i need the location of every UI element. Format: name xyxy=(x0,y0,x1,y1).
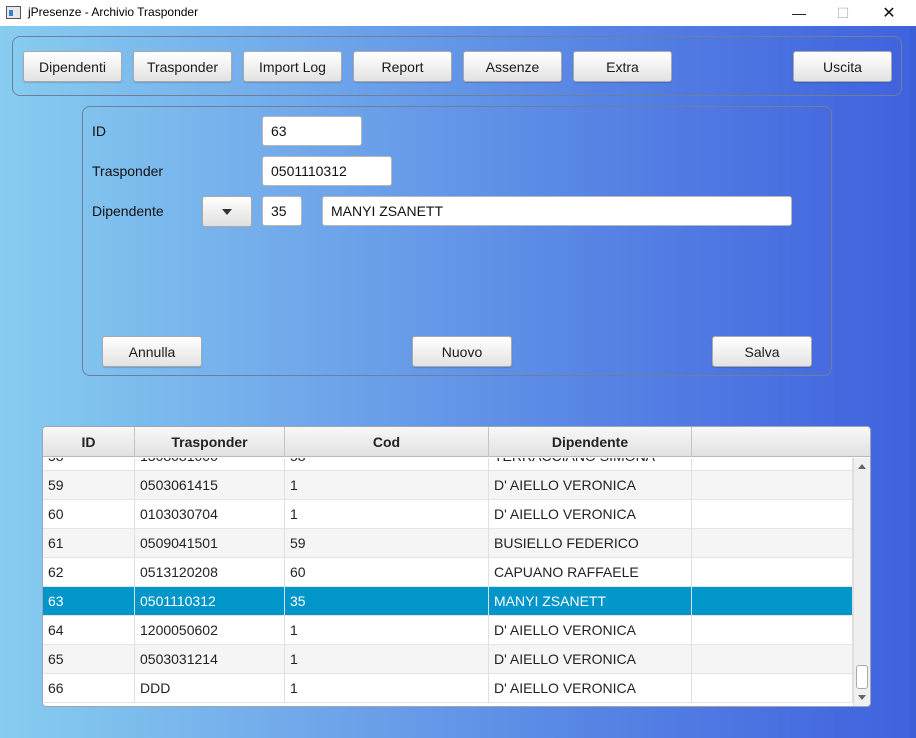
vertical-scrollbar[interactable] xyxy=(853,458,870,706)
cell-id: 61 xyxy=(43,529,135,558)
cell-filler xyxy=(692,500,853,529)
dipendente-label: Dipendente xyxy=(92,203,164,219)
cell-id: 62 xyxy=(43,558,135,587)
cell-cod: 1 xyxy=(285,500,489,529)
cell-cod: 59 xyxy=(285,529,489,558)
cell-cod: 1 xyxy=(285,616,489,645)
table-row[interactable]: 63 0501110312 35 MANYI ZSANETT xyxy=(43,587,853,616)
table-row[interactable]: 61 0509041501 59 BUSIELLO FEDERICO xyxy=(43,529,853,558)
scroll-down-icon[interactable] xyxy=(858,695,866,700)
cell-id: 65 xyxy=(43,645,135,674)
dipendente-code-field[interactable]: 35 xyxy=(262,196,302,226)
cell-trasponder: 0503061415 xyxy=(135,471,285,500)
table-rows: 58130808100058TERRACCIANO SIMONA59050306… xyxy=(43,458,853,703)
toolbar: Dipendenti Trasponder Import Log Report … xyxy=(12,36,902,96)
dipendente-dropdown[interactable] xyxy=(202,196,252,227)
cell-trasponder: 1200050602 xyxy=(135,616,285,645)
cell-dipendente: MANYI ZSANETT xyxy=(489,587,692,616)
trasponder-table: ID Trasponder Cod Dipendente 58130808100… xyxy=(42,426,871,707)
app-icon xyxy=(6,6,21,19)
cell-filler xyxy=(692,529,853,558)
cell-id: 58 xyxy=(43,458,135,471)
cell-filler xyxy=(692,458,853,471)
cell-id: 64 xyxy=(43,616,135,645)
cell-filler xyxy=(692,645,853,674)
window-title: jPresenze - Archivio Trasponder xyxy=(28,5,199,19)
trasponder-button[interactable]: Trasponder xyxy=(133,51,232,82)
cell-id: 66 xyxy=(43,674,135,703)
table-row[interactable]: 66 DDD 1 D' AIELLO VERONICA xyxy=(43,674,853,703)
scroll-up-icon[interactable] xyxy=(858,464,866,469)
client-area: Dipendenti Trasponder Import Log Report … xyxy=(0,26,916,738)
cell-cod: 1 xyxy=(285,471,489,500)
cell-filler xyxy=(692,471,853,500)
cell-filler xyxy=(692,558,853,587)
cell-trasponder: 0103030704 xyxy=(135,500,285,529)
cell-filler xyxy=(692,587,853,616)
minimize-button[interactable]: — xyxy=(776,0,822,26)
cell-id: 60 xyxy=(43,500,135,529)
cell-cod: 58 xyxy=(285,458,489,471)
cell-cod: 60 xyxy=(285,558,489,587)
extra-button[interactable]: Extra xyxy=(573,51,672,82)
cell-trasponder: 0503031214 xyxy=(135,645,285,674)
import-log-button[interactable]: Import Log xyxy=(243,51,342,82)
id-field[interactable]: 63 xyxy=(262,116,362,146)
cancel-button[interactable]: Annulla xyxy=(102,336,202,367)
cell-dipendente: CAPUANO RAFFAELE xyxy=(489,558,692,587)
trasponder-label: Trasponder xyxy=(92,163,164,179)
table-body: 58130808100058TERRACCIANO SIMONA59050306… xyxy=(43,458,853,706)
cell-trasponder: 1308081000 xyxy=(135,458,285,471)
exit-button[interactable]: Uscita xyxy=(793,51,892,82)
cell-dipendente: D' AIELLO VERONICA xyxy=(489,500,692,529)
dipendenti-button[interactable]: Dipendenti xyxy=(23,51,122,82)
cell-trasponder: 0513120208 xyxy=(135,558,285,587)
report-button[interactable]: Report xyxy=(353,51,452,82)
title-bar: jPresenze - Archivio Trasponder — ☐ ✕ xyxy=(0,0,916,26)
cell-dipendente: D' AIELLO VERONICA xyxy=(489,645,692,674)
cell-dipendente: D' AIELLO VERONICA xyxy=(489,616,692,645)
cell-trasponder: DDD xyxy=(135,674,285,703)
new-button[interactable]: Nuovo xyxy=(412,336,512,367)
assenze-button[interactable]: Assenze xyxy=(463,51,562,82)
cell-trasponder: 0501110312 xyxy=(135,587,285,616)
chevron-down-icon xyxy=(222,208,232,215)
column-header-dipendente[interactable]: Dipendente xyxy=(489,427,692,457)
id-label: ID xyxy=(92,123,106,139)
cell-dipendente: TERRACCIANO SIMONA xyxy=(489,458,692,471)
close-button[interactable]: ✕ xyxy=(866,0,912,26)
cell-id: 63 xyxy=(43,587,135,616)
table-row[interactable]: 64 1200050602 1 D' AIELLO VERONICA xyxy=(43,616,853,645)
column-header-filler xyxy=(692,427,870,457)
table-row[interactable]: 59 0503061415 1 D' AIELLO VERONICA xyxy=(43,471,853,500)
column-header-cod[interactable]: Cod xyxy=(285,427,489,457)
table-row[interactable]: 62 0513120208 60 CAPUANO RAFFAELE xyxy=(43,558,853,587)
table-row[interactable]: 58130808100058TERRACCIANO SIMONA xyxy=(43,458,853,471)
table-header: ID Trasponder Cod Dipendente xyxy=(43,427,870,457)
maximize-button[interactable]: ☐ xyxy=(820,0,866,26)
table-row[interactable]: 65 0503031214 1 D' AIELLO VERONICA xyxy=(43,645,853,674)
cell-id: 59 xyxy=(43,471,135,500)
column-header-trasponder[interactable]: Trasponder xyxy=(135,427,285,457)
cell-dipendente: BUSIELLO FEDERICO xyxy=(489,529,692,558)
save-button[interactable]: Salva xyxy=(712,336,812,367)
cell-cod: 1 xyxy=(285,674,489,703)
table-row[interactable]: 60 0103030704 1 D' AIELLO VERONICA xyxy=(43,500,853,529)
dipendente-name-field[interactable]: MANYI ZSANETT xyxy=(322,196,792,226)
column-header-id[interactable]: ID xyxy=(43,427,135,457)
cell-filler xyxy=(692,616,853,645)
cell-cod: 35 xyxy=(285,587,489,616)
cell-filler xyxy=(692,674,853,703)
trasponder-field[interactable]: 0501110312 xyxy=(262,156,392,186)
background-strip xyxy=(910,26,916,738)
cell-cod: 1 xyxy=(285,645,489,674)
scroll-thumb[interactable] xyxy=(856,665,868,689)
cell-dipendente: D' AIELLO VERONICA xyxy=(489,674,692,703)
cell-dipendente: D' AIELLO VERONICA xyxy=(489,471,692,500)
cell-trasponder: 0509041501 xyxy=(135,529,285,558)
